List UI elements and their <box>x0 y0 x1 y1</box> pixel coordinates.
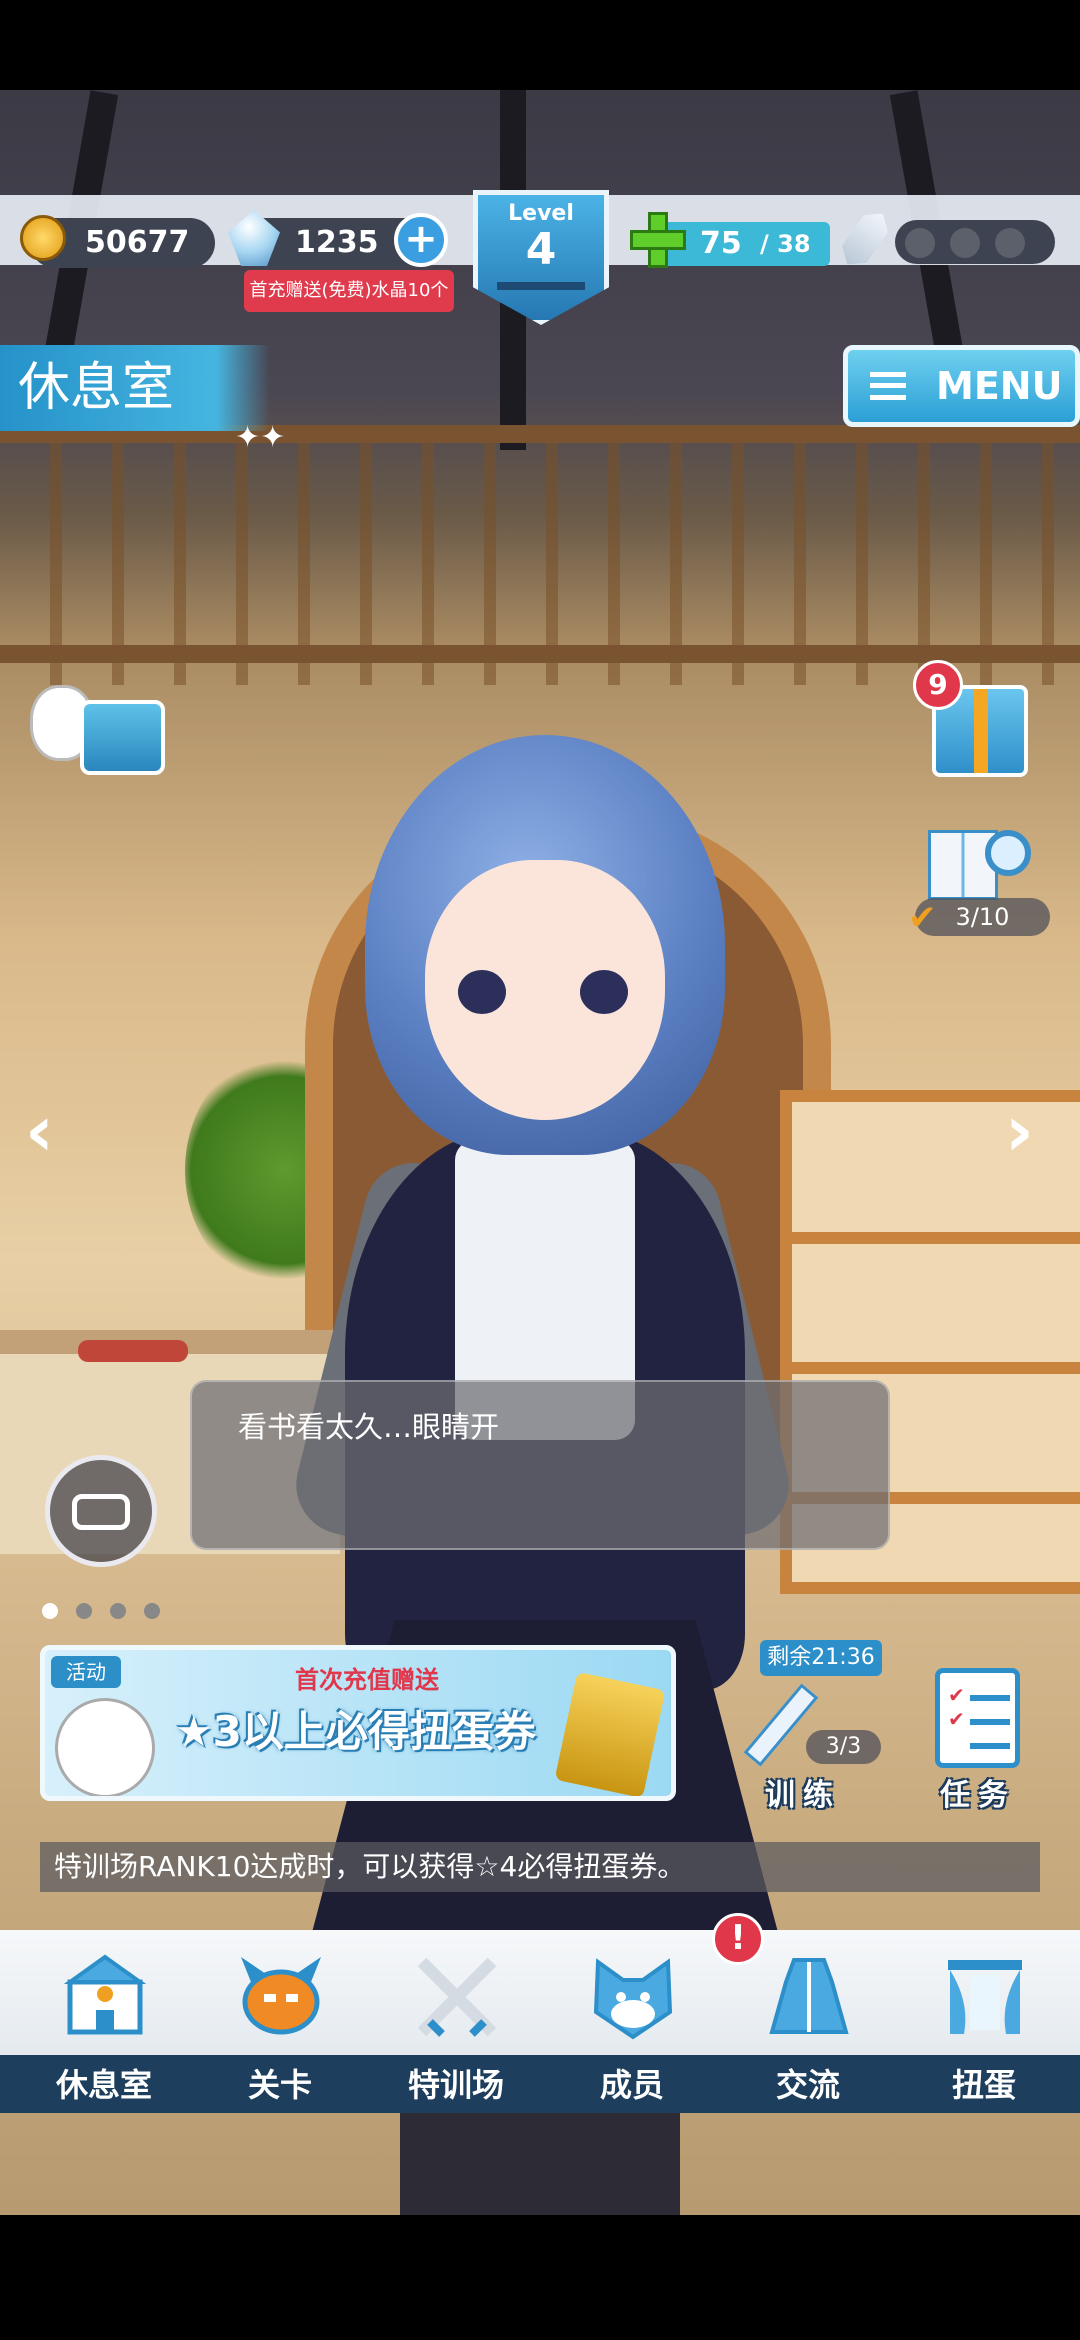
checkmark-icon: ✔ <box>908 898 937 938</box>
gold-coin-icon <box>20 215 66 261</box>
skill-slot-dot <box>995 228 1025 258</box>
nav-training[interactable]: 特训场 <box>368 1930 544 2113</box>
stamina-current: 75 <box>700 226 742 261</box>
sparkle-icon: ✦✦ <box>235 420 286 455</box>
menu-label: MENU <box>936 364 1063 408</box>
nav-label: 休息室 <box>55 2066 152 2104</box>
stamina-max: / 38 <box>760 230 811 258</box>
treasure-chest-icon[interactable] <box>80 700 165 775</box>
gold-value: 50677 <box>85 225 190 260</box>
monster-icon <box>241 1957 321 2035</box>
level-progress-bar <box>497 282 585 290</box>
task-label[interactable]: 任务 <box>940 1770 1016 1814</box>
skill-slot-dot <box>950 228 980 258</box>
menu-button[interactable]: MENU <box>843 345 1080 427</box>
pager-dot-active[interactable] <box>42 1603 58 1619</box>
dress-icon <box>769 1958 849 2034</box>
notification-badge: ! <box>712 1913 764 1965</box>
nav-label: 特训场 <box>407 2066 504 2104</box>
event-main-text: ★3以上必得扭蛋券 <box>175 1707 536 1756</box>
nav-stage[interactable]: 关卡 <box>192 1930 368 2113</box>
character-eye <box>458 970 506 1014</box>
crystal-value: 1235 <box>295 225 379 260</box>
event-tag: 活动 <box>51 1656 121 1688</box>
bar-stool <box>78 1340 188 1362</box>
skill-slot-dot <box>905 228 935 258</box>
hamburger-icon <box>870 372 906 400</box>
crossed-swords-icon <box>417 1957 497 2037</box>
room-title: 休息室 <box>0 345 270 431</box>
system-bottom-bar <box>0 2215 1080 2340</box>
training-label[interactable]: 训练 <box>765 1770 841 1814</box>
vr-goggles-icon <box>72 1494 130 1530</box>
nav-members[interactable]: 成员 <box>544 1930 720 2113</box>
nav-label: 关卡 <box>247 2066 312 2104</box>
school-icon <box>63 1954 147 2035</box>
nav-gacha[interactable]: 扭蛋 <box>896 1930 1072 2113</box>
balcony-railing <box>0 425 1080 685</box>
dialogue-box[interactable]: 看书看太久…眼睛开 <box>190 1380 890 1550</box>
event-banner[interactable]: 活动 首次充值赠送 ★3以上必得扭蛋券 <box>40 1645 676 1801</box>
nav-label: 交流 <box>775 2066 840 2104</box>
gift-count-badge: 9 <box>913 660 963 710</box>
event-subtitle: 首次充值赠送 <box>295 1666 439 1694</box>
pager-dot[interactable] <box>76 1603 92 1619</box>
character-eye <box>580 970 628 1014</box>
level-value: 4 <box>525 224 557 275</box>
dialogue-text: 看书看太久…眼睛开 <box>238 1410 500 1444</box>
level-label: Level <box>508 201 574 226</box>
add-crystal-button[interactable]: + <box>394 213 448 267</box>
vr-button[interactable] <box>45 1455 157 1567</box>
magnifier-icon <box>985 830 1031 876</box>
news-ticker: 特训场RANK10达成时，可以获得☆4必得扭蛋券。 <box>40 1842 1040 1892</box>
cat-mask-icon <box>593 1958 673 2040</box>
nav-label: 成员 <box>599 2066 664 2104</box>
pager-dot[interactable] <box>144 1603 160 1619</box>
arrow-right-icon[interactable]: › <box>1005 1090 1034 1172</box>
nav-lounge[interactable]: 休息室 <box>16 1930 192 2113</box>
add-stamina-icon[interactable] <box>630 212 686 268</box>
first-recharge-promo[interactable]: 首充赠送(免费)水晶10个 <box>244 270 454 312</box>
pager-dot[interactable] <box>110 1603 126 1619</box>
nav-label: 扭蛋 <box>951 2066 1016 2104</box>
arrow-left-icon[interactable]: ‹ <box>25 1090 54 1172</box>
bear-mascot-icon <box>55 1698 155 1796</box>
task-clipboard-icon[interactable]: ✔ ✔ <box>935 1668 1020 1768</box>
curtain-icon <box>948 1960 1022 2034</box>
training-counter: 3/3 <box>806 1730 881 1764</box>
gacha-ticket-icon <box>554 1671 666 1796</box>
training-timer: 剩余21:36 <box>760 1640 882 1676</box>
